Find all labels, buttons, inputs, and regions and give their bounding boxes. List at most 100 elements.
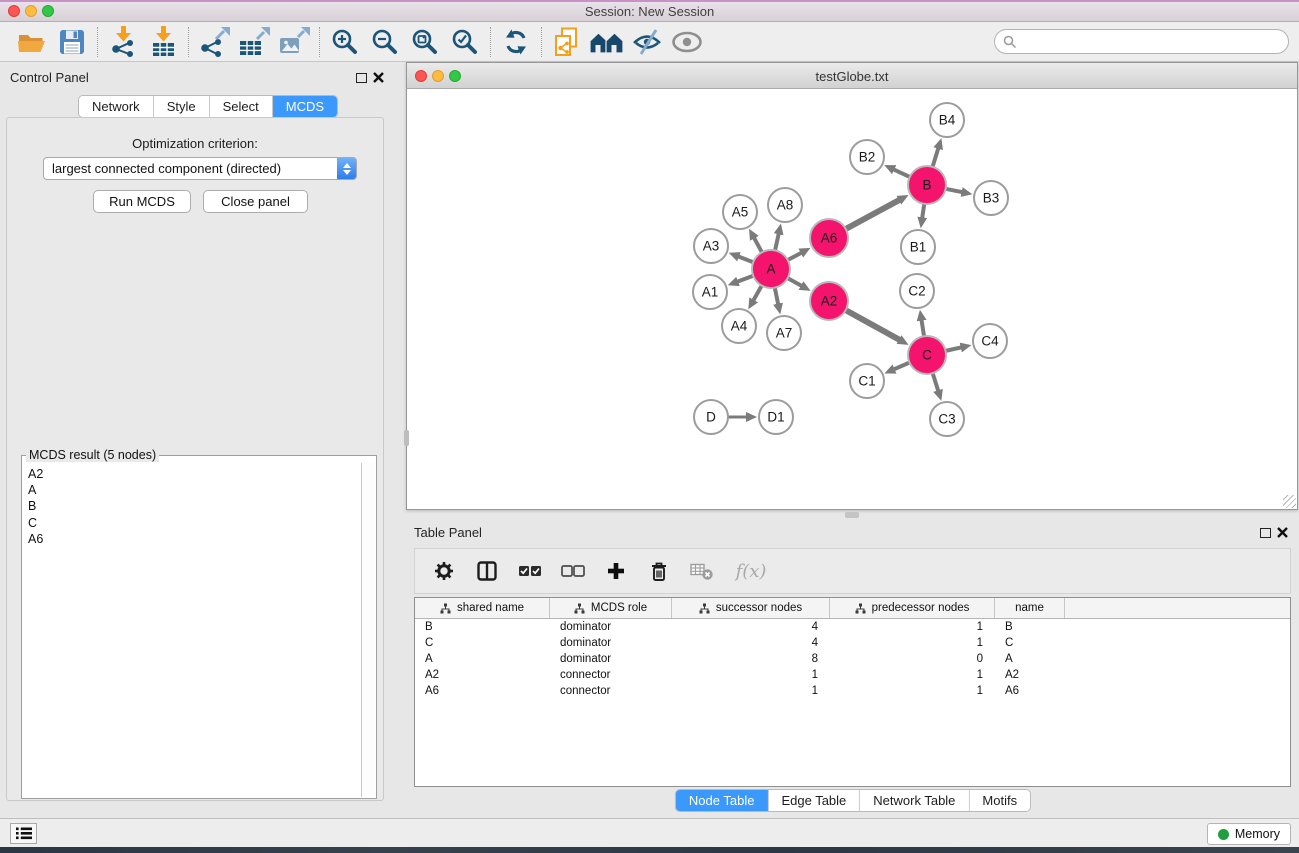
new-network-from-selection-button[interactable] [547, 24, 587, 60]
first-neighbors-button[interactable] [587, 24, 627, 60]
graph-node-A1[interactable]: A1 [693, 275, 727, 309]
graph-node-C1[interactable]: C1 [850, 364, 884, 398]
show-columns-button[interactable] [470, 554, 504, 588]
graph-node-A[interactable]: A [752, 250, 790, 288]
mcds-result-item[interactable]: B [28, 498, 361, 514]
column-header-successor-nodes[interactable]: successor nodes [672, 598, 830, 618]
mcds-result-item[interactable]: A [28, 482, 361, 498]
graph-edge-C-C1[interactable] [894, 363, 910, 370]
graph-node-A5[interactable]: A5 [723, 195, 757, 229]
deselect-all-columns-button[interactable] [556, 554, 590, 588]
network-window-titlebar[interactable]: testGlobe.txt [407, 63, 1297, 89]
graph-edge-A2-C[interactable] [846, 310, 900, 340]
refresh-button[interactable] [496, 24, 536, 60]
tab-motifs[interactable]: Motifs [969, 790, 1030, 811]
control-panel-float-button[interactable] [356, 73, 367, 83]
optimization-criterion-select[interactable]: largest connected component (directed) [43, 157, 357, 180]
graph-edge-A-A3[interactable] [738, 256, 753, 262]
zoom-fit-button[interactable] [405, 24, 445, 60]
graph-node-B2[interactable]: B2 [850, 140, 884, 174]
search-input[interactable] [1017, 35, 1288, 49]
graph-edge-A-A4[interactable] [753, 286, 762, 301]
network-graph[interactable]: B4B2BB3A8A5A6A3B1AA1C2A2A4A7C4CC1C3DD1 [407, 89, 1297, 509]
tab-node-table[interactable]: Node Table [676, 790, 769, 811]
graph-node-A6[interactable]: A6 [810, 219, 848, 257]
graph-node-B1[interactable]: B1 [901, 230, 935, 264]
graph-node-C2[interactable]: C2 [900, 274, 934, 308]
column-header-shared-name[interactable]: shared name [415, 598, 550, 618]
mcds-result-list[interactable]: A2ABCA6 [23, 463, 361, 797]
graph-edge-A-A6[interactable] [788, 253, 802, 260]
global-search[interactable] [994, 29, 1289, 54]
graph-edge-C-C4[interactable] [946, 347, 962, 351]
table-row[interactable]: Cdominator41C [415, 635, 1290, 651]
graph-node-D1[interactable]: D1 [759, 400, 793, 434]
select-all-columns-button[interactable] [513, 554, 547, 588]
network-canvas[interactable]: B4B2BB3A8A5A6A3B1AA1C2A2A4A7C4CC1C3DD1 [407, 89, 1297, 509]
graph-edge-B-B2[interactable] [893, 169, 910, 177]
table-row[interactable]: A6connector11A6 [415, 683, 1290, 699]
mcds-result-item[interactable]: A6 [28, 531, 361, 547]
graph-node-A8[interactable]: A8 [768, 188, 802, 222]
graph-edge-B-B4[interactable] [933, 148, 939, 167]
open-session-button[interactable] [12, 24, 52, 60]
column-header-name[interactable]: name [995, 598, 1065, 618]
graph-node-C3[interactable]: C3 [930, 402, 964, 436]
graph-edge-C-C2[interactable] [921, 320, 924, 337]
graph-node-A4[interactable]: A4 [722, 309, 756, 343]
graph-node-B3[interactable]: B3 [974, 181, 1008, 215]
column-header-predecessor-nodes[interactable]: predecessor nodes [830, 598, 995, 618]
control-panel-close-button[interactable] [373, 71, 384, 86]
graph-node-B4[interactable]: B4 [930, 103, 964, 137]
column-header-MCDS-role[interactable]: MCDS role [550, 598, 672, 618]
graph-node-A2[interactable]: A2 [810, 282, 848, 320]
hide-selected-button[interactable] [627, 24, 667, 60]
zoom-out-button[interactable] [365, 24, 405, 60]
tab-style[interactable]: Style [154, 96, 210, 117]
graph-edge-A-A5[interactable] [754, 237, 762, 252]
table-settings-button[interactable] [427, 554, 461, 588]
tab-network[interactable]: Network [79, 96, 154, 117]
graph-node-C[interactable]: C [908, 336, 946, 374]
graph-node-A3[interactable]: A3 [694, 229, 728, 263]
tab-mcds[interactable]: MCDS [273, 96, 337, 117]
graph-node-B[interactable]: B [908, 166, 946, 204]
graph-edge-A-A1[interactable] [737, 276, 753, 282]
graph-node-A7[interactable]: A7 [767, 316, 801, 350]
save-session-button[interactable] [52, 24, 92, 60]
show-all-button[interactable] [667, 24, 707, 60]
table-row[interactable]: Adominator80A [415, 651, 1290, 667]
mcds-result-item[interactable]: C [28, 515, 361, 531]
result-list-scrollbar[interactable] [361, 463, 375, 797]
table-panel-close-button[interactable] [1277, 526, 1288, 541]
mcds-result-item[interactable]: A2 [28, 466, 361, 482]
export-image-button[interactable] [274, 24, 314, 60]
graph-edge-A-A2[interactable] [788, 278, 802, 286]
tab-edge-table[interactable]: Edge Table [768, 790, 860, 811]
memory-button[interactable]: Memory [1207, 823, 1291, 845]
zoom-selected-button[interactable] [445, 24, 485, 60]
close-panel-button[interactable]: Close panel [203, 190, 308, 213]
tab-network-table[interactable]: Network Table [860, 790, 969, 811]
window-resize-grip[interactable] [1283, 495, 1296, 508]
export-table-button[interactable] [234, 24, 274, 60]
delete-table-button[interactable] [685, 554, 719, 588]
table-panel-float-button[interactable] [1260, 528, 1271, 538]
graph-edge-B-B1[interactable] [922, 204, 924, 218]
vertical-splitter-handle[interactable] [404, 430, 409, 446]
run-mcds-button[interactable]: Run MCDS [93, 190, 191, 213]
import-network-button[interactable] [103, 24, 143, 60]
function-builder-button[interactable]: f(x) [728, 554, 774, 588]
export-network-button[interactable] [194, 24, 234, 60]
horizontal-splitter-handle[interactable] [845, 512, 859, 518]
delete-column-button[interactable] [642, 554, 676, 588]
zoom-in-button[interactable] [325, 24, 365, 60]
graph-edge-A-A7[interactable] [775, 288, 778, 305]
table-row[interactable]: A2connector11A2 [415, 667, 1290, 683]
tab-select[interactable]: Select [210, 96, 273, 117]
graph-edge-B-B3[interactable] [946, 189, 963, 192]
graph-edge-A6-B[interactable] [846, 200, 900, 229]
graph-edge-A-A8[interactable] [775, 233, 779, 250]
show-panels-list-button[interactable] [10, 823, 37, 844]
graph-edge-C-C3[interactable] [933, 373, 939, 391]
